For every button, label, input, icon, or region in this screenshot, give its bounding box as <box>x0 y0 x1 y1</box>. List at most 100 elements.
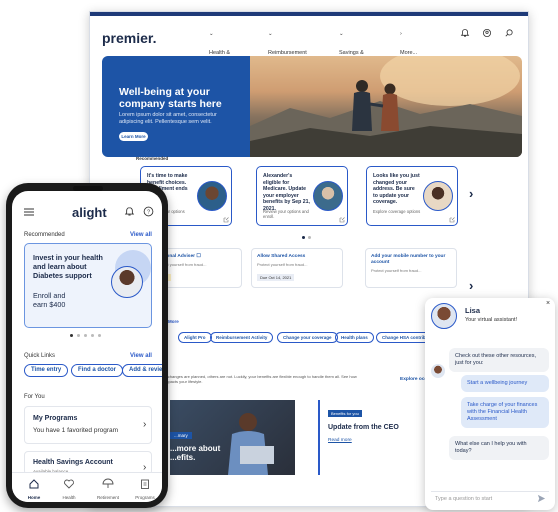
person-photo <box>423 181 453 211</box>
alight-logo: alight <box>72 205 107 220</box>
hsa-title: Health Savings Account <box>33 459 113 466</box>
tab-home-label: Home <box>27 495 41 500</box>
health-card-body: Enroll and earn $400 <box>33 291 66 309</box>
feature-right-badge: Benefits for you <box>328 410 362 417</box>
feature-left-badge: ...mary <box>170 432 192 439</box>
quick-links-heading: Quick Links <box>24 353 56 359</box>
search-icon[interactable] <box>504 28 514 38</box>
rec-card-title: Looks like you just changed your address… <box>373 173 420 205</box>
programs-title: My Programs <box>33 415 78 422</box>
woman-photo <box>111 266 143 298</box>
health-card[interactable]: Invest in your health and learn about Di… <box>24 243 152 328</box>
nav-health-insurance[interactable]: Health & Insurance ⌄ <box>209 31 233 62</box>
home-icon <box>29 479 39 489</box>
assistant-avatar <box>431 303 457 329</box>
tasks-next-icon[interactable]: › <box>469 278 473 293</box>
for-you-heading: For You <box>24 394 45 400</box>
task-sub: Protect yourself from fraud... <box>371 268 422 273</box>
chat-input[interactable]: Type a question to start <box>435 496 492 502</box>
nav-reimbursement[interactable]: Reimbursement Accounts ⌄ <box>268 31 307 62</box>
assistant-name: Lisa <box>465 306 481 315</box>
carousel-next-icon[interactable]: › <box>469 186 473 201</box>
svg-text:?: ? <box>147 210 150 216</box>
rec-card-address[interactable]: Looks like you just changed your address… <box>366 166 458 226</box>
heart-icon <box>64 479 74 489</box>
recommended-view-all[interactable]: View all <box>130 232 152 238</box>
recommended-label: Recommended <box>136 156 169 161</box>
help-icon[interactable]: ? <box>143 206 154 217</box>
chip-reimbursement[interactable]: Reimbursement Activity <box>210 332 274 343</box>
tab-retirement-label: Retirement <box>96 495 119 500</box>
chip-alight-pro[interactable]: Alight Pro <box>178 332 212 343</box>
task-card-shared-access[interactable]: Allow Shared Access Protect yourself fro… <box>251 248 343 288</box>
tab-retirement[interactable]: Retirement <box>92 473 124 501</box>
chip-time-entry[interactable]: Time entry <box>24 364 69 377</box>
nav-savings-retirement[interactable]: Savings & Retirement ⌄ <box>339 31 366 62</box>
rec-card-sub: Review your options and enroll. <box>263 209 309 219</box>
assistant-role: Your virtual assistant! <box>465 317 518 323</box>
task-card-mobile-number[interactable]: Add your mobile number to your account P… <box>365 248 457 288</box>
tab-programs[interactable]: Programs <box>130 473 160 501</box>
hero-subtitle: Lorem ipsum dolor sit amet, consectetur … <box>119 112 217 125</box>
message-bot-resources: Check out these other resources, just fo… <box>449 348 549 372</box>
learn-more-button[interactable]: Learn More <box>119 132 148 141</box>
nav-more[interactable]: More... › <box>400 31 417 56</box>
chip-find-doctor[interactable]: Find a doctor <box>71 364 123 377</box>
tab-home[interactable]: Home <box>20 473 48 501</box>
brand-logo[interactable]: premier. <box>102 30 156 46</box>
task-title: Allow Shared Access <box>257 254 306 259</box>
send-icon[interactable] <box>537 494 546 503</box>
close-icon[interactable]: × <box>546 300 550 307</box>
feature-photo-left[interactable]: ...mary ...more about ...efits. <box>170 400 295 475</box>
external-link-icon[interactable] <box>449 217 455 223</box>
rec-card-title: Alexander's eligible for Medicare. Updat… <box>263 173 310 212</box>
clipboard-icon <box>141 479 149 489</box>
life-changes-notice: Some life changes are planned, others ar… <box>150 374 357 384</box>
top-accent-bar <box>90 12 528 16</box>
chat-input-bar: Type a question to start <box>431 491 549 504</box>
task-title: Add your mobile number to your account <box>371 254 446 265</box>
quick-links-view-all[interactable]: View all <box>130 353 152 359</box>
tab-programs-label: Programs <box>135 495 155 500</box>
bell-icon[interactable] <box>124 206 135 217</box>
menu-icon[interactable] <box>24 208 34 216</box>
feature-card-ceo[interactable]: Benefits for you Update from the CEO Rea… <box>318 400 438 475</box>
phone-screen: alight ? Recommended View all Invest in … <box>12 191 162 502</box>
option-wellbeing-journey[interactable]: Start a wellbeing journey <box>461 375 549 392</box>
recommended-heading: Recommended <box>24 232 65 238</box>
rec-card-medicare[interactable]: Alexander's eligible for Medicare. Updat… <box>256 166 348 226</box>
carousel-dots <box>300 236 320 240</box>
chip-add-review[interactable]: Add & review <box>122 364 162 377</box>
feature-right-title: Update from the CEO <box>328 424 399 431</box>
chip-health-plans[interactable]: Health plans <box>335 332 374 343</box>
person-photo <box>313 181 343 211</box>
my-programs-card[interactable]: My Programs You have 1 favorited program… <box>24 406 152 444</box>
hero-banner: Well-being at your company starts here L… <box>102 56 522 157</box>
hero-title: Well-being at your company starts here <box>119 86 222 110</box>
person-photo <box>197 181 227 211</box>
message-bot-help: What else can I help you with today? <box>449 436 549 460</box>
health-card-title: Invest in your health and learn about Di… <box>33 253 103 280</box>
external-link-icon[interactable] <box>223 217 229 223</box>
bottom-tab-bar: Home Health Retirement Programs <box>12 472 162 502</box>
hero-photo <box>250 56 522 157</box>
account-icon[interactable] <box>482 28 492 38</box>
tab-health-label: Health <box>62 495 76 500</box>
umbrella-icon <box>102 478 114 488</box>
task-sub: Protect yourself from fraud... <box>257 262 308 267</box>
virtual-assistant-chat: Lisa Your virtual assistant! × Check out… <box>425 298 555 510</box>
feature-left-title: ...more about ...efits. <box>170 444 221 462</box>
read-more-link[interactable]: Read more <box>328 438 352 443</box>
task-due: Due Oct 14, 2021 <box>257 274 295 281</box>
assistant-mini-avatar <box>431 364 445 378</box>
couple-mountain-photo <box>250 56 522 157</box>
option-financial-assessment[interactable]: Take charge of your finances with the Fi… <box>461 397 549 428</box>
bell-icon[interactable] <box>460 28 470 38</box>
external-link-icon[interactable] <box>339 217 345 223</box>
more-label: More <box>168 319 179 324</box>
phone-carousel-dots <box>70 334 110 338</box>
chip-change-coverage[interactable]: Change your coverage <box>277 332 338 343</box>
tab-health[interactable]: Health <box>55 473 83 501</box>
programs-sub: You have 1 favorited program <box>33 427 119 434</box>
rec-card-sub: Explore coverage options <box>373 209 421 214</box>
